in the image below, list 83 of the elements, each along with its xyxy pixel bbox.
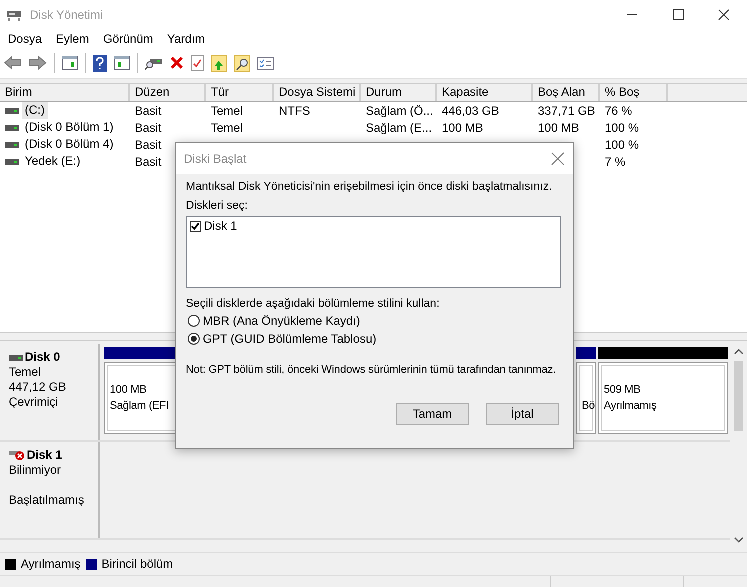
- table-cell: 100 MB: [442, 120, 484, 134]
- forward-arrow-icon[interactable]: [29, 55, 47, 71]
- folder-up-icon[interactable]: [211, 54, 227, 72]
- checklist-icon[interactable]: [257, 56, 274, 70]
- disk-name: Disk 1: [27, 448, 62, 463]
- disk-info: Başlatılmamış: [9, 493, 86, 508]
- dialog-message: Mantıksal Disk Yöneticisi'nin erişebilmesi için önce diski başlatmalısınız.: [186, 181, 554, 193]
- table-cell: Sağlam (E...: [366, 120, 432, 134]
- table-cell: 100 %: [605, 120, 640, 134]
- table-cell: Temel: [211, 120, 244, 134]
- note-text: Not: GPT bölüm stili, önceki Windows sürümlerinin tümü tarafından tanınmaz.: [186, 363, 556, 377]
- drive-icon: [5, 158, 19, 164]
- table-cell: Temel: [211, 104, 244, 118]
- drive-search-icon[interactable]: [145, 56, 163, 70]
- style-label: Seçili disklerde aşağıdaki bölümleme stilini kullan:: [186, 298, 441, 310]
- table-cell: 337,71 GB: [538, 104, 596, 118]
- menu-item[interactable]: Dosya: [3, 32, 48, 46]
- table-cell: 100 MB: [538, 120, 580, 134]
- volume-name[interactable]: (Disk 0 Bölüm 4): [22, 136, 117, 153]
- column-header[interactable]: Kapasite: [437, 84, 533, 101]
- disk-info: Bilinmiyor: [9, 463, 62, 478]
- column-header[interactable]: % Boş: [600, 84, 668, 101]
- disk-info: Temel: [9, 365, 42, 380]
- disk-list[interactable]: Disk 1: [186, 216, 561, 288]
- disk-info: Çevrimiçi: [9, 395, 60, 410]
- menu-item[interactable]: Yardım: [162, 32, 210, 46]
- volume-name[interactable]: Yedek (E:): [22, 153, 84, 170]
- scroll-down-icon[interactable]: [734, 537, 744, 543]
- radio-label[interactable]: GPT (GUID Bölümleme Tablosu): [203, 332, 377, 346]
- table-cell: 76 %: [605, 104, 632, 118]
- partition-size: 509 MB: [604, 383, 641, 398]
- legend-label: Birincil bölüm: [102, 557, 174, 571]
- disk-error-icon: [9, 450, 25, 461]
- volume-name[interactable]: (Disk 0 Bölüm 1): [22, 119, 117, 136]
- dialog-button[interactable]: İptal: [486, 403, 559, 425]
- column-header[interactable]: Durum: [361, 84, 437, 101]
- drive-icon: [5, 124, 19, 130]
- column-header[interactable]: Tür: [206, 84, 274, 101]
- drive-icon: [5, 142, 19, 148]
- table-cell: 7 %: [605, 154, 626, 168]
- table-cell: 446,03 GB: [442, 104, 500, 118]
- scroll-up-icon[interactable]: [734, 349, 744, 355]
- window-title: Disk Yönetimi: [30, 8, 104, 22]
- dialog-title: Diski Başlat: [184, 152, 247, 166]
- partition-size: 100 MB: [110, 383, 147, 398]
- radio-button[interactable]: [188, 333, 200, 345]
- partition-status: Sağlam (EFI: [110, 399, 169, 414]
- folder-search-icon[interactable]: [234, 54, 250, 72]
- radio-label[interactable]: MBR (Ana Önyükleme Kaydı): [203, 314, 360, 328]
- volume-name[interactable]: (C:): [22, 102, 48, 119]
- radio-button[interactable]: [188, 315, 200, 327]
- partition-status: Bö: [582, 399, 596, 414]
- partition-bar: [576, 347, 596, 359]
- drive-icon: [5, 108, 19, 114]
- help-icon[interactable]: [93, 54, 107, 72]
- menu-item[interactable]: Eylem: [51, 32, 94, 46]
- panel-icon[interactable]: [62, 56, 78, 70]
- table-cell: Basit: [135, 120, 162, 134]
- close-button[interactable]: [551, 152, 565, 166]
- menu-item[interactable]: Görünüm: [98, 32, 158, 46]
- table-cell: Basit: [135, 104, 162, 118]
- back-arrow-icon[interactable]: [4, 55, 22, 71]
- table-cell: NTFS: [279, 104, 310, 118]
- column-header[interactable]: Boş Alan: [533, 84, 600, 101]
- column-header[interactable]: Düzen: [130, 84, 206, 101]
- scroll-thumb[interactable]: [734, 361, 743, 431]
- column-header[interactable]: Dosya Sistemi: [274, 84, 361, 101]
- checked-document-icon[interactable]: [191, 55, 204, 71]
- disk-info: 447,12 GB: [9, 380, 68, 395]
- table-cell: Basit: [135, 138, 162, 152]
- table-cell: 100 %: [605, 138, 640, 152]
- partition-status: Ayrılmamış: [604, 399, 657, 414]
- legend-label: Ayrılmamış: [21, 557, 81, 571]
- dialog-button[interactable]: Tamam: [396, 403, 469, 425]
- panel-icon[interactable]: [114, 56, 130, 70]
- disk-name: Disk 0: [25, 350, 60, 365]
- delete-icon[interactable]: [170, 56, 184, 70]
- checkbox[interactable]: [190, 220, 201, 232]
- table-cell: Sağlam (Ö...: [366, 104, 434, 118]
- disk-icon: [6, 8, 22, 22]
- list-label: Diskleri seç:: [186, 200, 249, 212]
- table-cell: Basit: [135, 154, 162, 168]
- disk-list-item[interactable]: Disk 1: [204, 219, 238, 233]
